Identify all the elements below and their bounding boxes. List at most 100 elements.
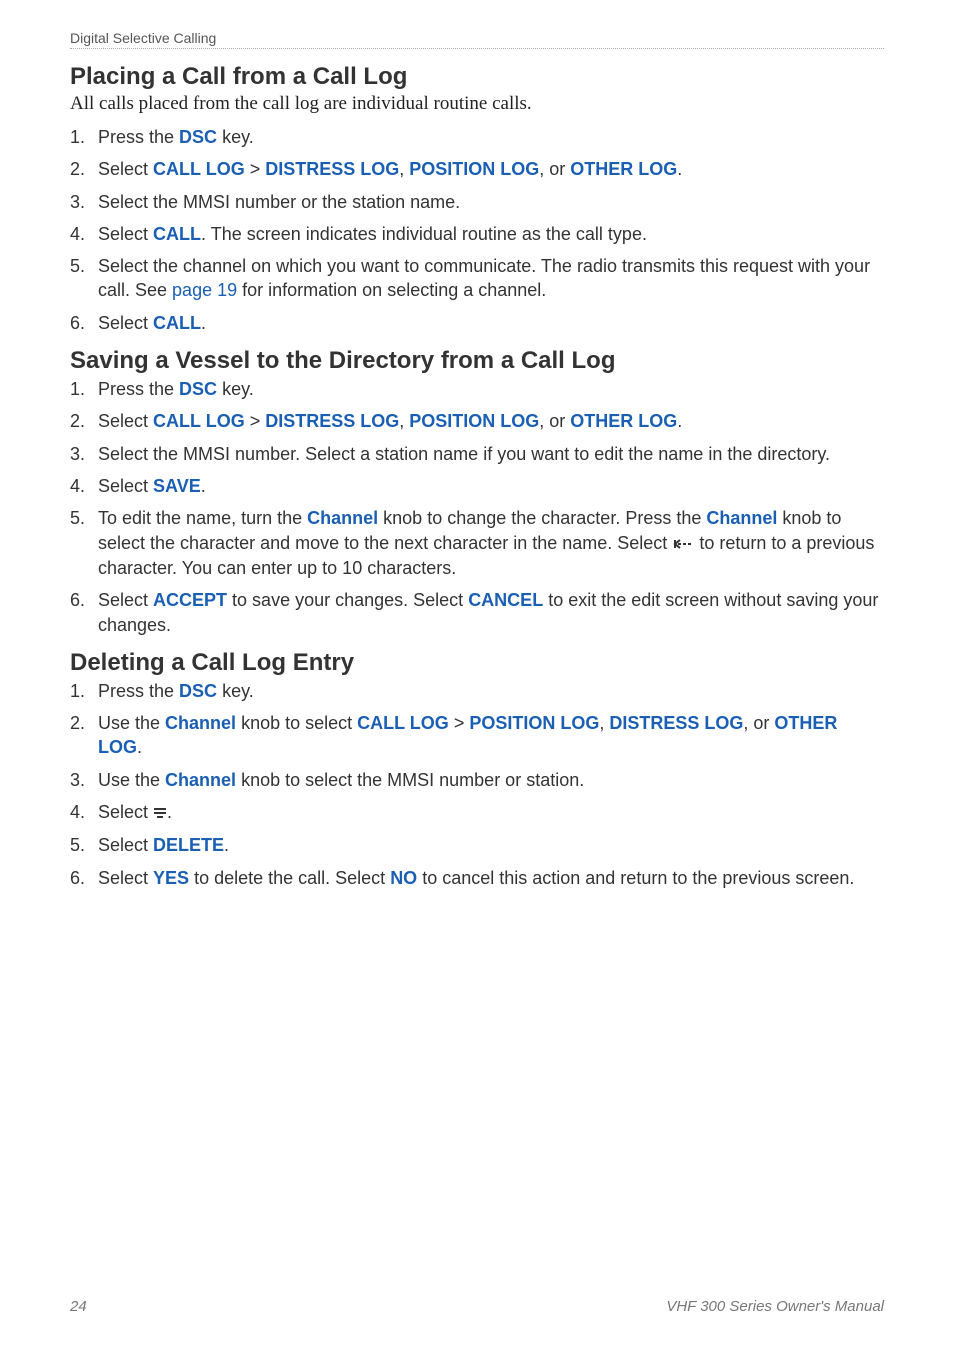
text: Select the MMSI number or the station na… <box>98 192 460 212</box>
text: Select <box>98 159 153 179</box>
list-item: Select DELETE. <box>70 833 884 857</box>
list-item: Select the MMSI number. Select a station… <box>70 442 884 466</box>
text: Select the MMSI number. Select a station… <box>98 444 830 464</box>
ui-label-call: CALL <box>153 224 201 244</box>
list-item: Select the channel on which you want to … <box>70 254 884 303</box>
ui-label-channel: Channel <box>706 508 777 528</box>
ui-label-dsc: DSC <box>179 127 217 147</box>
text: Press the <box>98 681 179 701</box>
page-footer: 24 VHF 300 Series Owner's Manual <box>70 1298 884 1315</box>
text: to cancel this action and return to the … <box>417 868 854 888</box>
ui-label-dsc: DSC <box>179 379 217 399</box>
ui-label-cancel: CANCEL <box>468 590 543 610</box>
ui-label-channel: Channel <box>307 508 378 528</box>
ui-label-save: SAVE <box>153 476 201 496</box>
text: Select <box>98 590 153 610</box>
text: > <box>449 713 470 733</box>
text: to delete the call. Select <box>189 868 390 888</box>
text: . <box>677 411 682 431</box>
ui-label-call-log: CALL LOG <box>357 713 449 733</box>
text: , <box>399 411 409 431</box>
ui-label-distress-log: DISTRESS LOG <box>265 159 399 179</box>
ui-label-distress-log: DISTRESS LOG <box>265 411 399 431</box>
text: Select <box>98 224 153 244</box>
ui-label-distress-log: DISTRESS LOG <box>609 713 743 733</box>
list-item: Use the Channel knob to select the MMSI … <box>70 768 884 792</box>
text: Select <box>98 835 153 855</box>
ui-label-channel: Channel <box>165 713 236 733</box>
list-item: Use the Channel knob to select CALL LOG … <box>70 711 884 760</box>
text: for information on selecting a channel. <box>237 280 546 300</box>
text: . <box>201 313 206 333</box>
ui-label-no: NO <box>390 868 417 888</box>
text: , <box>599 713 609 733</box>
back-arrow-icon <box>672 532 694 556</box>
list-item: Select CALL. <box>70 311 884 335</box>
ui-label-position-log: POSITION LOG <box>409 159 539 179</box>
text: knob to change the character. Press the <box>378 508 706 528</box>
text: Select <box>98 802 153 822</box>
text: > <box>245 159 266 179</box>
list-item: Select CALL LOG > DISTRESS LOG, POSITION… <box>70 157 884 181</box>
text: . <box>167 802 172 822</box>
text: , <box>399 159 409 179</box>
heading-deleting-entry: Deleting a Call Log Entry <box>70 649 884 677</box>
link-page-19[interactable]: page 19 <box>172 280 237 300</box>
list-item: Press the DSC key. <box>70 377 884 401</box>
list-item: Select SAVE. <box>70 474 884 498</box>
text: Press the <box>98 127 179 147</box>
heading-saving-vessel: Saving a Vessel to the Directory from a … <box>70 347 884 375</box>
text: , or <box>539 159 570 179</box>
ui-label-dsc: DSC <box>179 681 217 701</box>
text: Use the <box>98 770 165 790</box>
ui-label-position-log: POSITION LOG <box>469 713 599 733</box>
ui-label-call-log: CALL LOG <box>153 159 245 179</box>
text: Select <box>98 476 153 496</box>
text: to save your changes. Select <box>227 590 468 610</box>
list-item: Press the DSC key. <box>70 125 884 149</box>
text: , or <box>539 411 570 431</box>
text: To edit the name, turn the <box>98 508 307 528</box>
list-item: To edit the name, turn the Channel knob … <box>70 506 884 580</box>
running-header: Digital Selective Calling <box>70 30 884 49</box>
text: key. <box>217 127 254 147</box>
ui-label-call: CALL <box>153 313 201 333</box>
text: knob to select <box>236 713 357 733</box>
text: . <box>201 476 206 496</box>
text: Press the <box>98 379 179 399</box>
steps-placing-call: Press the DSC key. Select CALL LOG > DIS… <box>70 125 884 335</box>
list-item: Select YES to delete the call. Select NO… <box>70 866 884 890</box>
text: knob to select the MMSI number or statio… <box>236 770 584 790</box>
ui-label-delete: DELETE <box>153 835 224 855</box>
ui-label-accept: ACCEPT <box>153 590 227 610</box>
document-title: VHF 300 Series Owner's Manual <box>666 1298 884 1315</box>
list-item: Press the DSC key. <box>70 679 884 703</box>
ui-label-position-log: POSITION LOG <box>409 411 539 431</box>
ui-label-yes: YES <box>153 868 189 888</box>
text: Use the <box>98 713 165 733</box>
steps-deleting-entry: Press the DSC key. Use the Channel knob … <box>70 679 884 890</box>
page-number: 24 <box>70 1298 87 1315</box>
ui-label-channel: Channel <box>165 770 236 790</box>
text: Select <box>98 411 153 431</box>
list-item: Select ACCEPT to save your changes. Sele… <box>70 588 884 637</box>
text: Select <box>98 313 153 333</box>
text: . The screen indicates individual routin… <box>201 224 647 244</box>
menu-icon <box>153 801 167 825</box>
list-item: Select CALL. The screen indicates indivi… <box>70 222 884 246</box>
ui-label-other-log: OTHER LOG <box>570 159 677 179</box>
text: key. <box>217 379 254 399</box>
text: > <box>245 411 266 431</box>
text: . <box>677 159 682 179</box>
steps-saving-vessel: Press the DSC key. Select CALL LOG > DIS… <box>70 377 884 637</box>
text: . <box>224 835 229 855</box>
ui-label-other-log: OTHER LOG <box>570 411 677 431</box>
list-item: Select the MMSI number or the station na… <box>70 190 884 214</box>
heading-placing-call: Placing a Call from a Call Log <box>70 63 884 91</box>
list-item: Select CALL LOG > DISTRESS LOG, POSITION… <box>70 409 884 433</box>
text: Select <box>98 868 153 888</box>
list-item: Select . <box>70 800 884 825</box>
text: . <box>137 737 142 757</box>
text: key. <box>217 681 254 701</box>
intro-text: All calls placed from the call log are i… <box>70 93 884 115</box>
